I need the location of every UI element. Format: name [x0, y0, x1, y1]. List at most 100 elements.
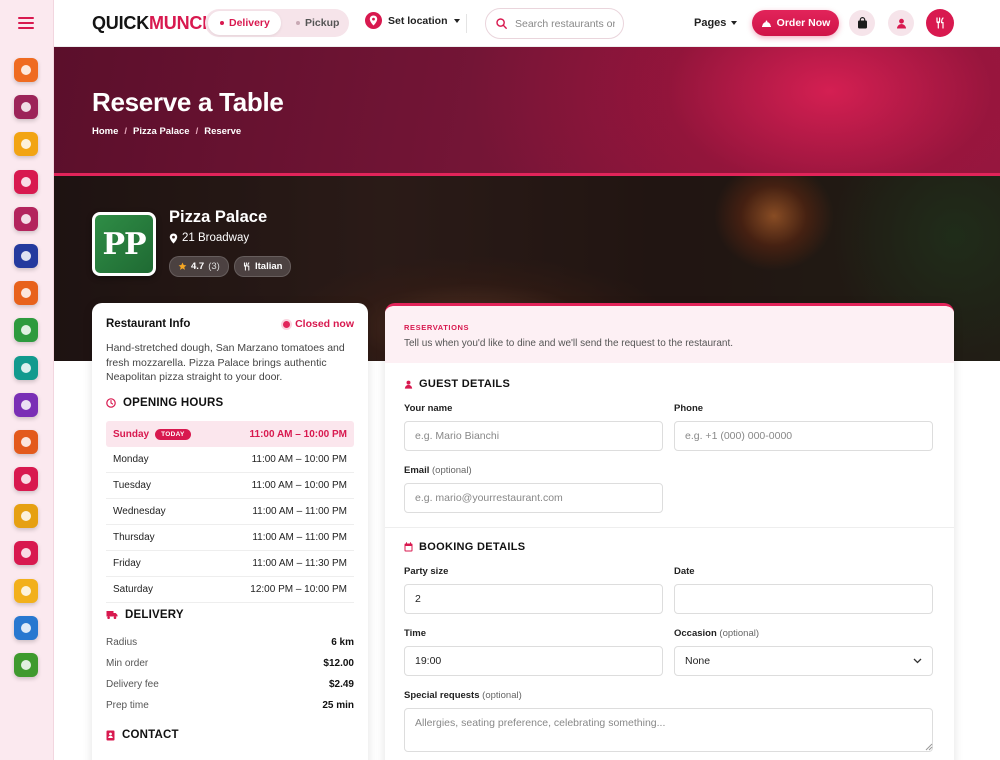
hours-row: Friday 11:00 AM – 11:30 PM: [106, 551, 354, 577]
category-list: [14, 58, 38, 677]
hours-time: 11:00 AM – 10:00 PM: [251, 454, 347, 465]
category-icon[interactable]: [14, 429, 38, 454]
search-icon: [496, 18, 507, 29]
category-icon[interactable]: [14, 504, 38, 529]
hours-row: Wednesday 11:00 AM – 11:00 PM: [106, 499, 354, 525]
utensils-icon: [935, 17, 944, 29]
category-rail: [0, 0, 54, 760]
occasion-label-text: Occasion: [674, 628, 717, 639]
restaurant-address-text: 21 Broadway: [182, 232, 250, 244]
delivery-mode-toggle: Delivery Pickup: [205, 9, 349, 37]
top-header: QUICKMUNCH. Delivery Pickup Set location…: [54, 0, 1000, 47]
resize-handle-icon[interactable]: [925, 743, 933, 751]
pages-menu-button[interactable]: Pages: [694, 17, 738, 29]
special-requests-optional-text: (optional): [482, 690, 522, 701]
category-glyph-icon: [21, 548, 31, 559]
phone-input[interactable]: [674, 421, 933, 451]
contact-card-icon: [106, 730, 115, 740]
delivery-radius-value: 6 km: [331, 637, 354, 648]
category-icon[interactable]: [14, 355, 38, 380]
pickup-mode-button[interactable]: Pickup: [289, 11, 347, 35]
map-pin-icon: [169, 233, 178, 243]
guest-details-heading: GUEST DETAILS: [404, 378, 510, 390]
restaurant-logo-text: PP: [102, 226, 146, 262]
occasion-select[interactable]: None: [674, 646, 933, 676]
rating-count: (3): [208, 261, 220, 272]
category-glyph-icon: [21, 288, 31, 299]
date-input[interactable]: [674, 584, 933, 614]
restaurant-name: Pizza Palace: [169, 208, 268, 226]
delivery-fee-label: Delivery fee: [106, 679, 159, 690]
category-icon[interactable]: [14, 243, 38, 268]
category-icon[interactable]: [14, 132, 38, 157]
hours-day: Saturday: [113, 584, 153, 595]
category-glyph-icon: [21, 213, 31, 224]
category-icon[interactable]: [14, 392, 38, 417]
category-icon[interactable]: [14, 615, 38, 640]
category-glyph-icon: [21, 325, 31, 336]
category-icon[interactable]: [14, 58, 38, 82]
brand-logo[interactable]: QUICKMUNCH.: [92, 13, 220, 34]
category-glyph-icon: [21, 250, 31, 261]
category-glyph-icon: [21, 65, 31, 75]
hours-time: 11:00 AM – 10:00 PM: [249, 428, 347, 440]
hours-time: 11:00 AM – 11:00 PM: [252, 506, 347, 517]
opening-hours-table: Sunday TODAY 11:00 AM – 10:00 PM Monday 11:0…: [106, 421, 354, 603]
category-icon[interactable]: [14, 653, 38, 677]
time-label: Time: [404, 628, 426, 639]
hours-time: 11:00 AM – 11:00 PM: [252, 532, 347, 543]
hours-day: Tuesday: [113, 480, 151, 491]
email-input[interactable]: [404, 483, 663, 513]
hours-day-text: Monday: [113, 454, 149, 465]
pickup-label: Pickup: [305, 17, 340, 29]
prep-time-label: Prep time: [106, 700, 149, 711]
delivery-mode-button[interactable]: Delivery: [208, 11, 281, 35]
category-icon[interactable]: [14, 467, 38, 492]
account-button[interactable]: [888, 10, 914, 36]
delivery-fee-row: Delivery fee $2.49: [106, 679, 354, 690]
search-input[interactable]: [515, 17, 615, 30]
menu-icon[interactable]: [15, 14, 37, 32]
hours-day-text: Wednesday: [113, 506, 166, 517]
cloche-icon: [761, 20, 771, 27]
clock-icon: [106, 398, 116, 408]
category-icon[interactable]: [14, 541, 38, 566]
special-requests-label-text: Special requests: [404, 690, 480, 701]
category-icon[interactable]: [14, 281, 38, 306]
occasion-label: Occasion (optional): [674, 628, 759, 639]
category-icon[interactable]: [14, 206, 38, 231]
hours-day-text: Saturday: [113, 584, 154, 595]
party-size-label-text: Party size: [404, 566, 449, 577]
hours-day: Wednesday: [113, 506, 166, 517]
restaurant-info-card: Restaurant Info Closed now Hand-stretche…: [92, 303, 368, 760]
breadcrumb-current: Reserve: [204, 126, 242, 137]
hours-day: Sunday TODAY: [113, 428, 191, 440]
set-location-button[interactable]: Set location: [365, 12, 460, 29]
restaurant-owner-button[interactable]: [926, 9, 954, 37]
category-glyph-icon: [21, 176, 31, 187]
hours-day: Monday: [113, 454, 149, 465]
category-icon[interactable]: [14, 318, 38, 343]
category-glyph-icon: [21, 139, 31, 150]
search-box[interactable]: [485, 8, 624, 39]
special-requests-textarea[interactable]: [404, 708, 933, 752]
time-input[interactable]: [404, 646, 663, 676]
cuisine-badge: Italian: [234, 256, 292, 277]
occasion-selected-value: None: [685, 655, 711, 667]
category-icon[interactable]: [14, 95, 38, 120]
calendar-icon: [404, 542, 413, 552]
contact-title: CONTACT: [122, 729, 179, 741]
breadcrumb: Home / Pizza Palace / Reserve: [92, 126, 241, 137]
name-input[interactable]: [404, 421, 663, 451]
cart-button[interactable]: [849, 10, 875, 36]
party-size-input[interactable]: [404, 584, 663, 614]
category-icon[interactable]: [14, 578, 38, 603]
category-icon[interactable]: [14, 169, 38, 194]
breadcrumb-home[interactable]: Home: [92, 126, 118, 137]
today-badge: TODAY: [155, 428, 191, 440]
truck-icon: [106, 611, 118, 619]
restaurant-address: 21 Broadway: [169, 232, 249, 244]
order-now-button[interactable]: Order Now: [752, 10, 839, 36]
hours-row: Thursday 11:00 AM – 11:00 PM: [106, 525, 354, 551]
breadcrumb-restaurant[interactable]: Pizza Palace: [133, 126, 190, 137]
